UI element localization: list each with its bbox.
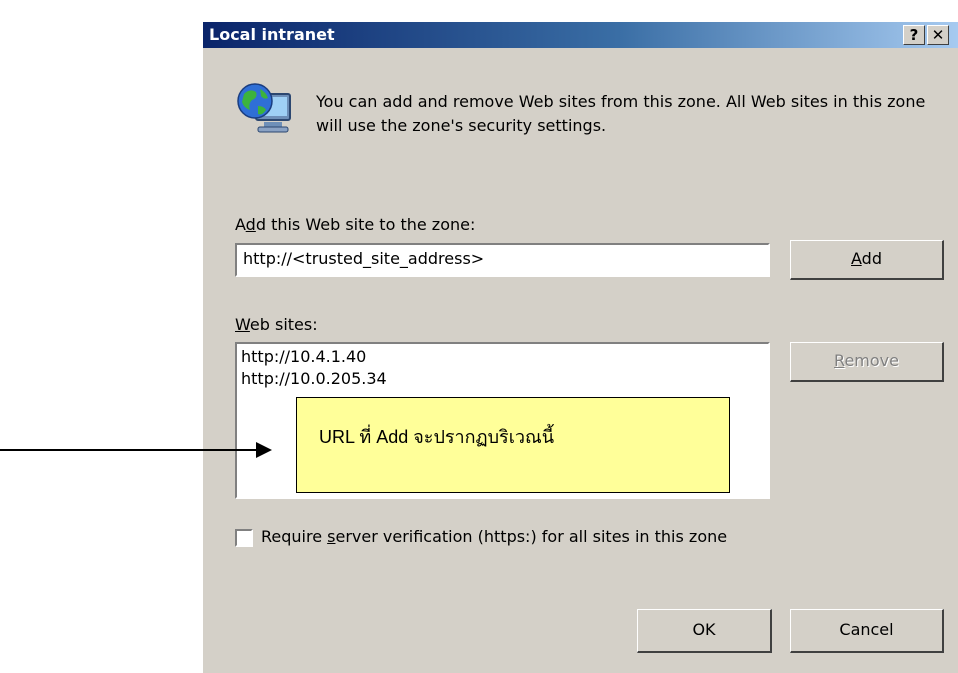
close-button[interactable]: ✕ — [927, 25, 949, 45]
remove-button[interactable]: Remove — [790, 342, 944, 382]
server-verification-label[interactable]: Require server verification (https:) for… — [261, 527, 727, 547]
add-site-label: Add this Web site to the zone: — [235, 215, 476, 234]
help-button[interactable]: ? — [903, 25, 925, 45]
dialog-title: Local intranet — [209, 25, 335, 44]
web-sites-label: Web sites: — [235, 315, 318, 334]
arrow-right-icon — [0, 442, 272, 458]
ok-button[interactable]: OK — [637, 609, 772, 653]
site-address-input[interactable]: http://<trusted_site_address> — [235, 243, 770, 277]
intro-text: You can add and remove Web sites from th… — [316, 92, 926, 135]
server-verification-checkbox[interactable] — [235, 529, 253, 547]
globe-monitor-icon — [237, 83, 291, 133]
local-intranet-dialog: Local intranet ? ✕ You can add and remov… — [203, 22, 958, 673]
close-icon: ✕ — [931, 26, 945, 44]
title-bar[interactable]: Local intranet ? ✕ — [203, 22, 958, 48]
cancel-button[interactable]: Cancel — [790, 609, 944, 653]
add-button[interactable]: Add — [790, 240, 944, 280]
list-item[interactable]: http://10.0.205.34 — [241, 368, 764, 390]
annotation-callout: URL ที่ Add จะปรากฏบริเวณนี้ — [296, 397, 730, 493]
list-item[interactable]: http://10.4.1.40 — [241, 346, 764, 368]
